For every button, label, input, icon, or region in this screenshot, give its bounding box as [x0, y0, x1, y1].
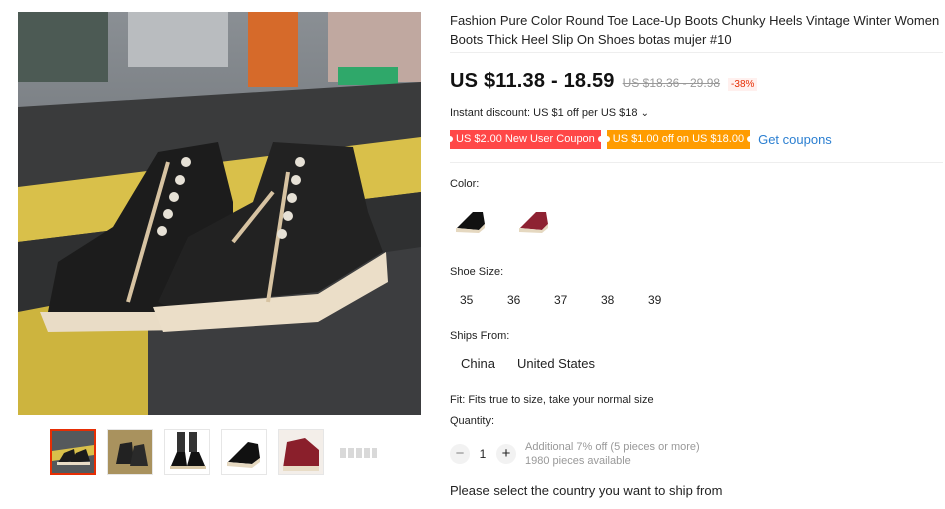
increase-quantity-button[interactable]: + — [496, 444, 516, 464]
color-options — [450, 197, 559, 243]
thumbnail-3[interactable] — [164, 429, 210, 475]
new-user-coupon[interactable]: US $2.00 New User Coupon — [447, 130, 604, 149]
decrease-quantity-button[interactable]: − — [450, 444, 470, 464]
color-option-black[interactable] — [450, 197, 496, 243]
size-label: Shoe Size: — [450, 266, 504, 278]
thumbnail-1-image — [52, 431, 94, 473]
wine-boot-image — [519, 212, 548, 233]
instant-discount-text: Instant discount: US $1 off per US $18 — [450, 107, 638, 119]
thumbnail-6-image — [336, 430, 380, 474]
instant-discount[interactable]: Instant discount: US $1 off per US $18 ⌄ — [450, 107, 649, 119]
thumbnail-1[interactable] — [50, 429, 96, 475]
bulk-discount-note: Additional 7% off (5 pieces or more) — [525, 441, 700, 453]
product-main-image[interactable] — [18, 12, 421, 415]
thumbnail-3-image — [165, 430, 209, 474]
size-option[interactable]: 38 — [591, 289, 638, 311]
stock-available: 1980 pieces available — [525, 455, 631, 467]
thumbnail-5[interactable] — [278, 429, 324, 475]
thumbnail-4-image — [222, 430, 266, 474]
size-options: 35 36 37 38 39 — [450, 289, 685, 311]
chevron-down-icon: ⌄ — [640, 108, 649, 119]
main-image-graphic — [18, 12, 421, 415]
quantity-stepper: − 1 + Additional 7% off (5 pieces or mor… — [450, 440, 700, 468]
discount-badge: -38% — [728, 78, 758, 91]
fit-note: Fit: Fits true to size, take your normal… — [450, 394, 654, 406]
divider — [450, 162, 943, 163]
size-option[interactable]: 36 — [497, 289, 544, 311]
divider — [450, 52, 943, 53]
thumbnail-6[interactable] — [335, 429, 381, 475]
quantity-input[interactable]: 1 — [470, 447, 496, 461]
size-option[interactable]: 37 — [544, 289, 591, 311]
ship-from-china[interactable]: China — [450, 352, 506, 376]
current-price: US $11.38 - 18.59 — [450, 70, 615, 92]
ships-from-label: Ships From: — [450, 330, 510, 342]
get-coupons-link[interactable]: Get coupons — [758, 132, 832, 147]
color-option-wine[interactable] — [513, 197, 559, 243]
quantity-label: Quantity: — [450, 415, 495, 427]
original-price: US $18.36 - 29.98 — [622, 76, 721, 90]
price-row: US $11.38 - 18.59 US $18.36 - 29.98 -38% — [450, 70, 758, 93]
ship-country-note: Please select the country you want to sh… — [450, 483, 723, 498]
color-label: Color: — [450, 178, 480, 190]
black-boot-image — [456, 212, 485, 233]
size-option[interactable]: 39 — [638, 289, 685, 311]
thumbnail-2-image — [108, 430, 152, 474]
ships-from-options: China United States — [450, 352, 606, 376]
coupon-row: US $2.00 New User Coupon US $1.00 off on… — [447, 130, 832, 149]
thumbnail-strip — [50, 429, 381, 477]
quantity-info: Additional 7% off (5 pieces or more) 198… — [525, 440, 700, 468]
product-title: Fashion Pure Color Round Toe Lace-Up Boo… — [450, 13, 940, 47]
ship-from-united-states[interactable]: United States — [506, 352, 606, 376]
thumbnail-5-image — [279, 430, 323, 474]
store-coupon[interactable]: US $1.00 off on US $18.00 — [603, 130, 754, 149]
size-option[interactable]: 35 — [450, 289, 497, 311]
thumbnail-2[interactable] — [107, 429, 153, 475]
thumbnail-4[interactable] — [221, 429, 267, 475]
